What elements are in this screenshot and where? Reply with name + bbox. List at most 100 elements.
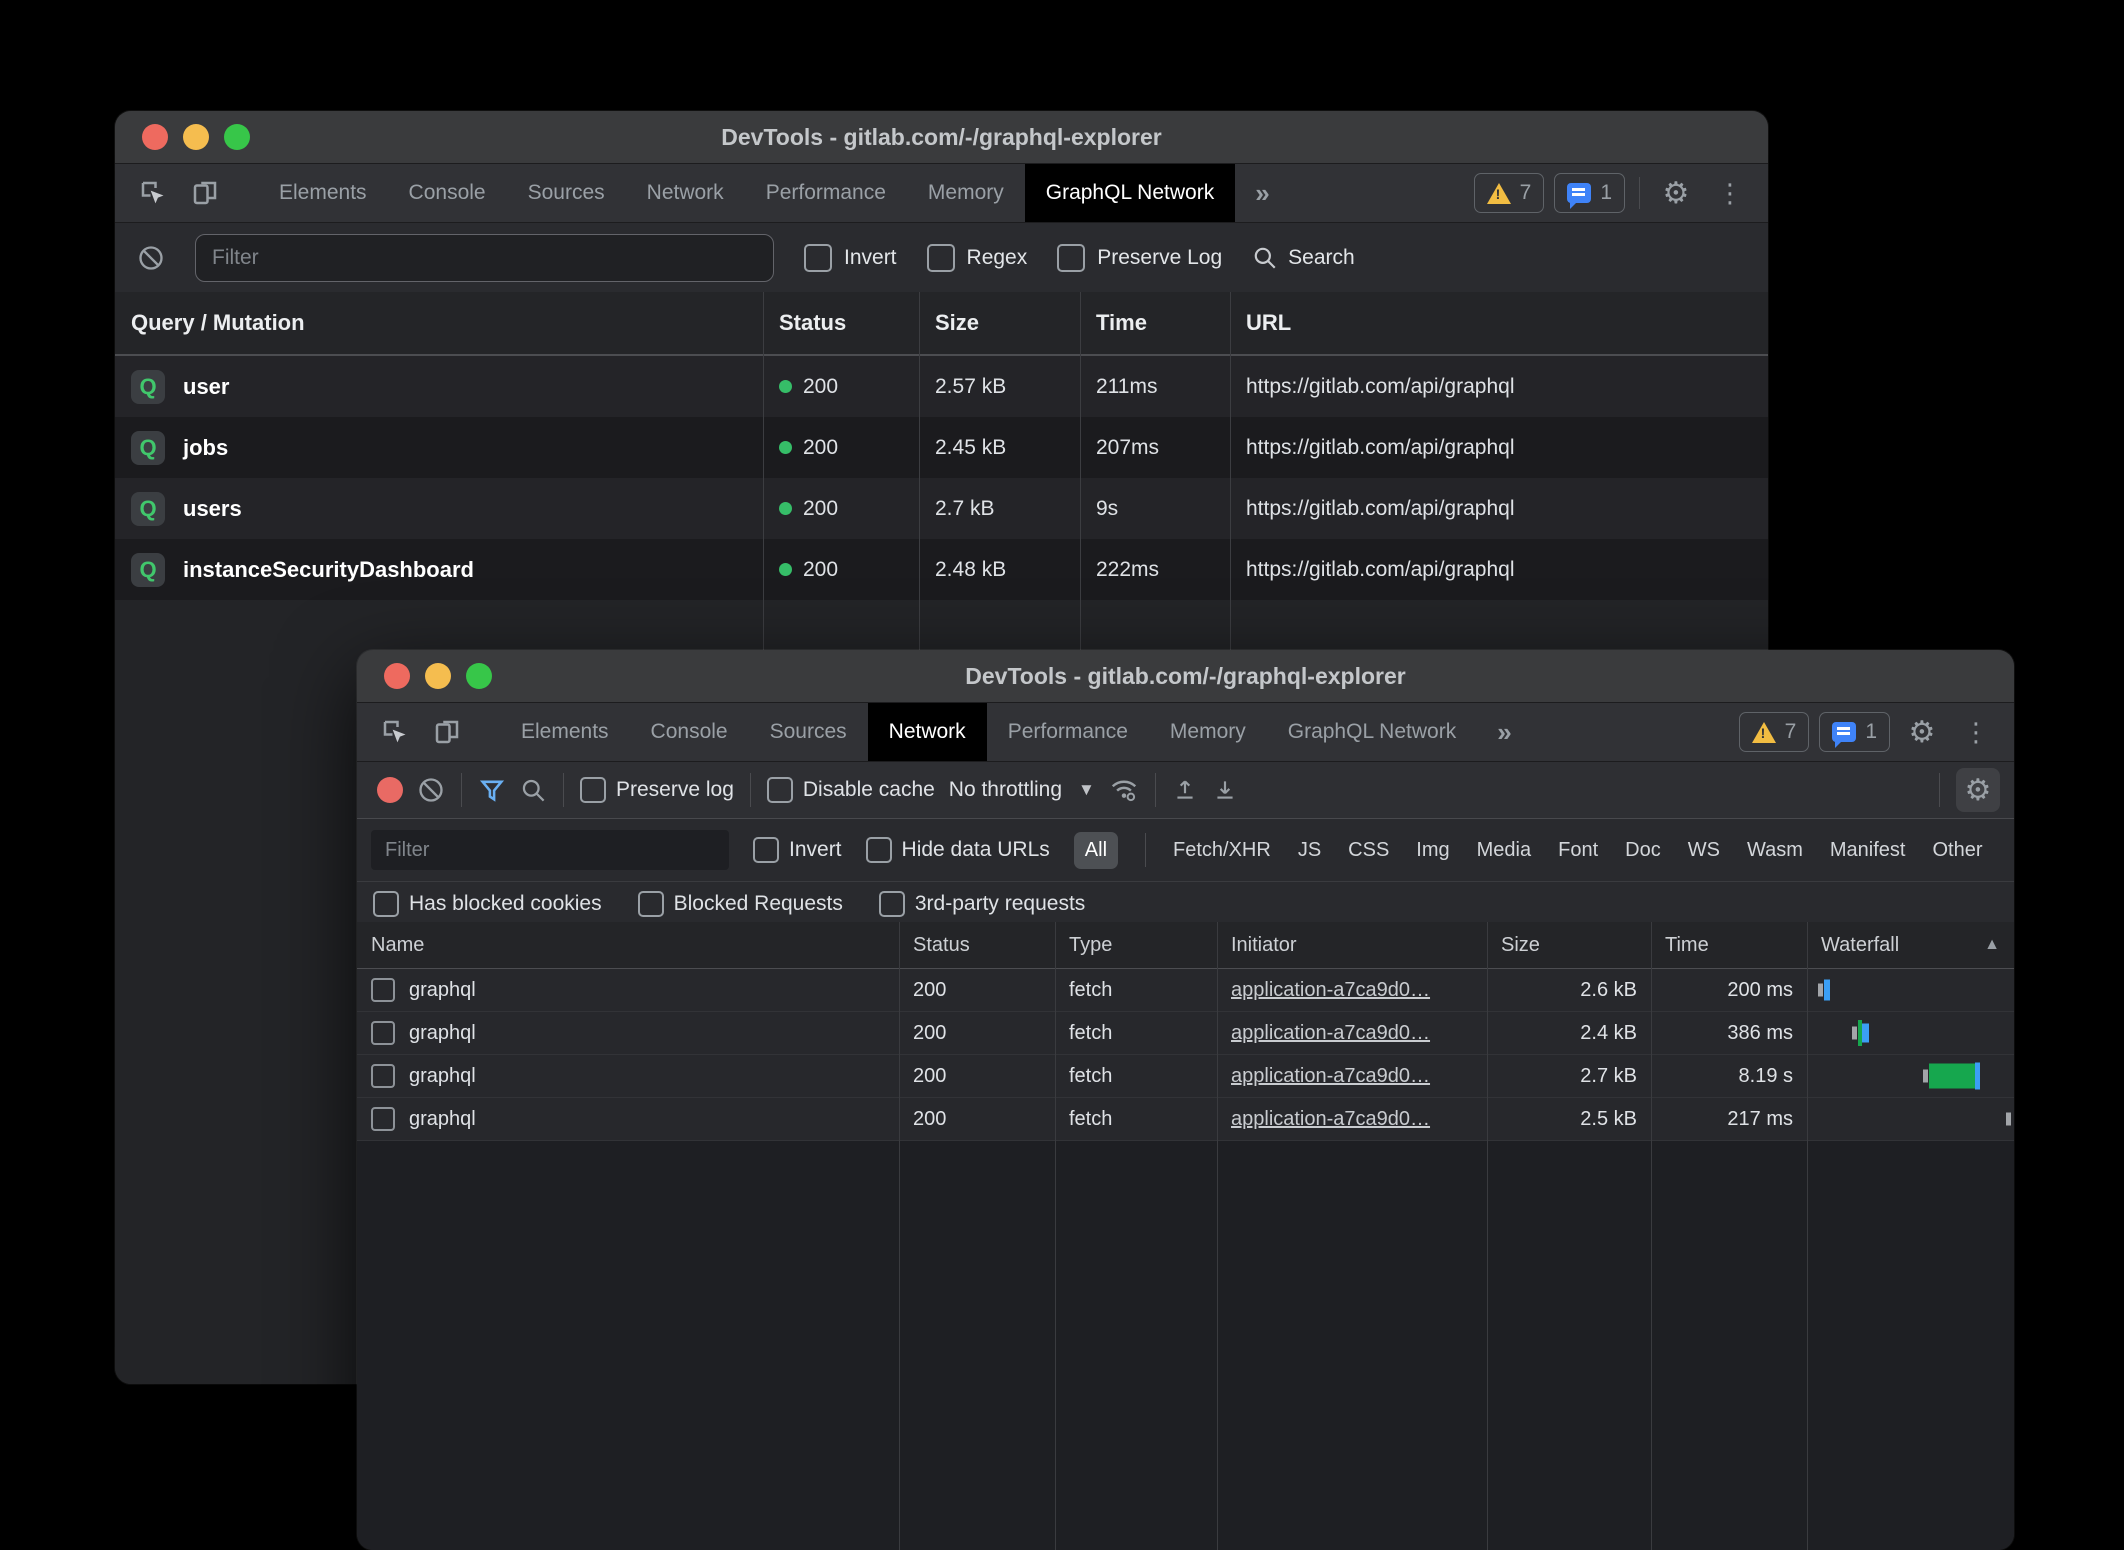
minimize-button[interactable] (183, 124, 209, 150)
type-filter-doc[interactable]: Doc (1625, 839, 1661, 862)
initiator-link[interactable]: application-a7ca9d0… (1231, 979, 1430, 1002)
kebab-menu-icon[interactable]: ⋮ (1708, 171, 1752, 215)
header-time[interactable]: Time (1651, 922, 1807, 968)
inspect-element-icon[interactable] (131, 171, 175, 215)
table-row[interactable]: Qusers 200 2.7 kB 9s https://gitlab.com/… (115, 478, 1768, 539)
tab-elements[interactable]: Elements (258, 164, 388, 222)
checkbox-box[interactable] (580, 777, 606, 803)
row-checkbox[interactable] (371, 1064, 395, 1088)
device-toolbar-icon[interactable] (425, 710, 469, 754)
tab-elements[interactable]: Elements (500, 703, 630, 761)
header-status[interactable]: Status (899, 922, 1055, 968)
table-row[interactable]: Quser 200 2.57 kB 211ms https://gitlab.c… (115, 356, 1768, 417)
table-row[interactable]: graphql 200 fetch application-a7ca9d0… 2… (357, 1055, 2014, 1098)
header-time[interactable]: Time (1080, 292, 1230, 354)
type-filter-img[interactable]: Img (1416, 839, 1449, 862)
header-size[interactable]: Size (1487, 922, 1651, 968)
invert-checkbox[interactable]: Invert (804, 244, 897, 272)
row-checkbox[interactable] (371, 1107, 395, 1131)
zoom-button[interactable] (224, 124, 250, 150)
header-name[interactable]: Name (357, 922, 899, 968)
minimize-button[interactable] (425, 663, 451, 689)
type-filter-fetch-xhr[interactable]: Fetch/XHR (1173, 839, 1271, 862)
type-filter-manifest[interactable]: Manifest (1830, 839, 1906, 862)
tab-performance[interactable]: Performance (987, 703, 1149, 761)
initiator-link[interactable]: application-a7ca9d0… (1231, 1108, 1430, 1131)
type-filter-all[interactable]: All (1074, 832, 1118, 869)
settings-gear-icon[interactable]: ⚙ (1900, 710, 1944, 754)
preserve-log-checkbox[interactable]: Preserve Log (1057, 244, 1222, 272)
table-row[interactable]: graphql 200 fetch application-a7ca9d0… 2… (357, 1012, 2014, 1055)
type-filter-other[interactable]: Other (1932, 839, 1982, 862)
row-checkbox[interactable] (371, 1021, 395, 1045)
checkbox-box[interactable] (373, 891, 399, 917)
kebab-menu-icon[interactable]: ⋮ (1954, 710, 1998, 754)
invert-checkbox[interactable]: Invert (753, 837, 842, 863)
blocked-requests-checkbox[interactable]: Blocked Requests (638, 891, 843, 917)
header-url[interactable]: URL (1230, 292, 1768, 354)
type-filter-js[interactable]: JS (1298, 839, 1321, 862)
has-blocked-cookies-checkbox[interactable]: Has blocked cookies (373, 891, 602, 917)
warnings-badge[interactable]: 7 (1739, 712, 1810, 752)
row-checkbox[interactable] (371, 978, 395, 1002)
type-filter-ws[interactable]: WS (1688, 839, 1720, 862)
close-button[interactable] (384, 663, 410, 689)
tab-memory[interactable]: Memory (907, 164, 1025, 222)
tab-console[interactable]: Console (388, 164, 507, 222)
issues-badge[interactable]: 1 (1819, 712, 1890, 752)
network-filter-input[interactable] (371, 830, 729, 870)
filter-funnel-icon[interactable] (478, 776, 506, 804)
third-party-requests-checkbox[interactable]: 3rd-party requests (879, 891, 1085, 917)
tab-network[interactable]: Network (626, 164, 745, 222)
header-status[interactable]: Status (763, 292, 919, 354)
checkbox-box[interactable] (927, 244, 955, 272)
initiator-link[interactable]: application-a7ca9d0… (1231, 1065, 1430, 1088)
tab-network[interactable]: Network (868, 703, 987, 761)
record-network-log-button[interactable] (377, 777, 403, 803)
table-row[interactable]: graphql 200 fetch application-a7ca9d0… 2… (357, 969, 2014, 1012)
disable-cache-checkbox[interactable]: Disable cache (767, 777, 935, 803)
preserve-log-checkbox[interactable]: Preserve log (580, 777, 734, 803)
device-toolbar-icon[interactable] (183, 171, 227, 215)
warnings-badge[interactable]: 7 (1474, 173, 1545, 213)
titlebar[interactable]: DevTools - gitlab.com/-/graphql-explorer (115, 111, 1768, 164)
throttling-dropdown[interactable]: No throttling ▼ (949, 778, 1095, 802)
header-initiator[interactable]: Initiator (1217, 922, 1487, 968)
checkbox-box[interactable] (879, 891, 905, 917)
checkbox-box[interactable] (804, 244, 832, 272)
type-filter-font[interactable]: Font (1558, 839, 1598, 862)
checkbox-box[interactable] (1057, 244, 1085, 272)
hide-data-urls-checkbox[interactable]: Hide data URLs (866, 837, 1050, 863)
filter-input[interactable] (195, 234, 774, 282)
zoom-button[interactable] (466, 663, 492, 689)
tab-sources[interactable]: Sources (507, 164, 626, 222)
tab-graphql-network[interactable]: GraphQL Network (1025, 164, 1235, 222)
regex-checkbox[interactable]: Regex (927, 244, 1028, 272)
tab-graphql-network[interactable]: GraphQL Network (1267, 703, 1477, 761)
settings-gear-icon[interactable]: ⚙ (1654, 171, 1698, 215)
header-waterfall[interactable]: Waterfall ▲ (1807, 922, 2014, 968)
issues-badge[interactable]: 1 (1554, 173, 1625, 213)
tab-memory[interactable]: Memory (1149, 703, 1267, 761)
more-tabs-icon[interactable]: » (1235, 164, 1289, 222)
header-query-mutation[interactable]: Query / Mutation (115, 292, 763, 354)
type-filter-wasm[interactable]: Wasm (1747, 839, 1803, 862)
checkbox-box[interactable] (866, 837, 892, 863)
table-row[interactable]: graphql 200 fetch application-a7ca9d0… 2… (357, 1098, 2014, 1141)
table-row[interactable]: Qjobs 200 2.45 kB 207ms https://gitlab.c… (115, 417, 1768, 478)
type-filter-css[interactable]: CSS (1348, 839, 1389, 862)
inspect-element-icon[interactable] (373, 710, 417, 754)
tab-console[interactable]: Console (630, 703, 749, 761)
search-control[interactable]: Search (1252, 245, 1355, 271)
import-har-icon[interactable] (1172, 777, 1198, 803)
more-tabs-icon[interactable]: » (1477, 703, 1531, 761)
header-type[interactable]: Type (1055, 922, 1217, 968)
export-har-icon[interactable] (1212, 777, 1238, 803)
network-conditions-icon[interactable] (1109, 775, 1139, 805)
close-button[interactable] (142, 124, 168, 150)
checkbox-box[interactable] (753, 837, 779, 863)
type-filter-media[interactable]: Media (1477, 839, 1531, 862)
table-row[interactable]: QinstanceSecurityDashboard 200 2.48 kB 2… (115, 539, 1768, 600)
tab-performance[interactable]: Performance (745, 164, 907, 222)
header-size[interactable]: Size (919, 292, 1080, 354)
